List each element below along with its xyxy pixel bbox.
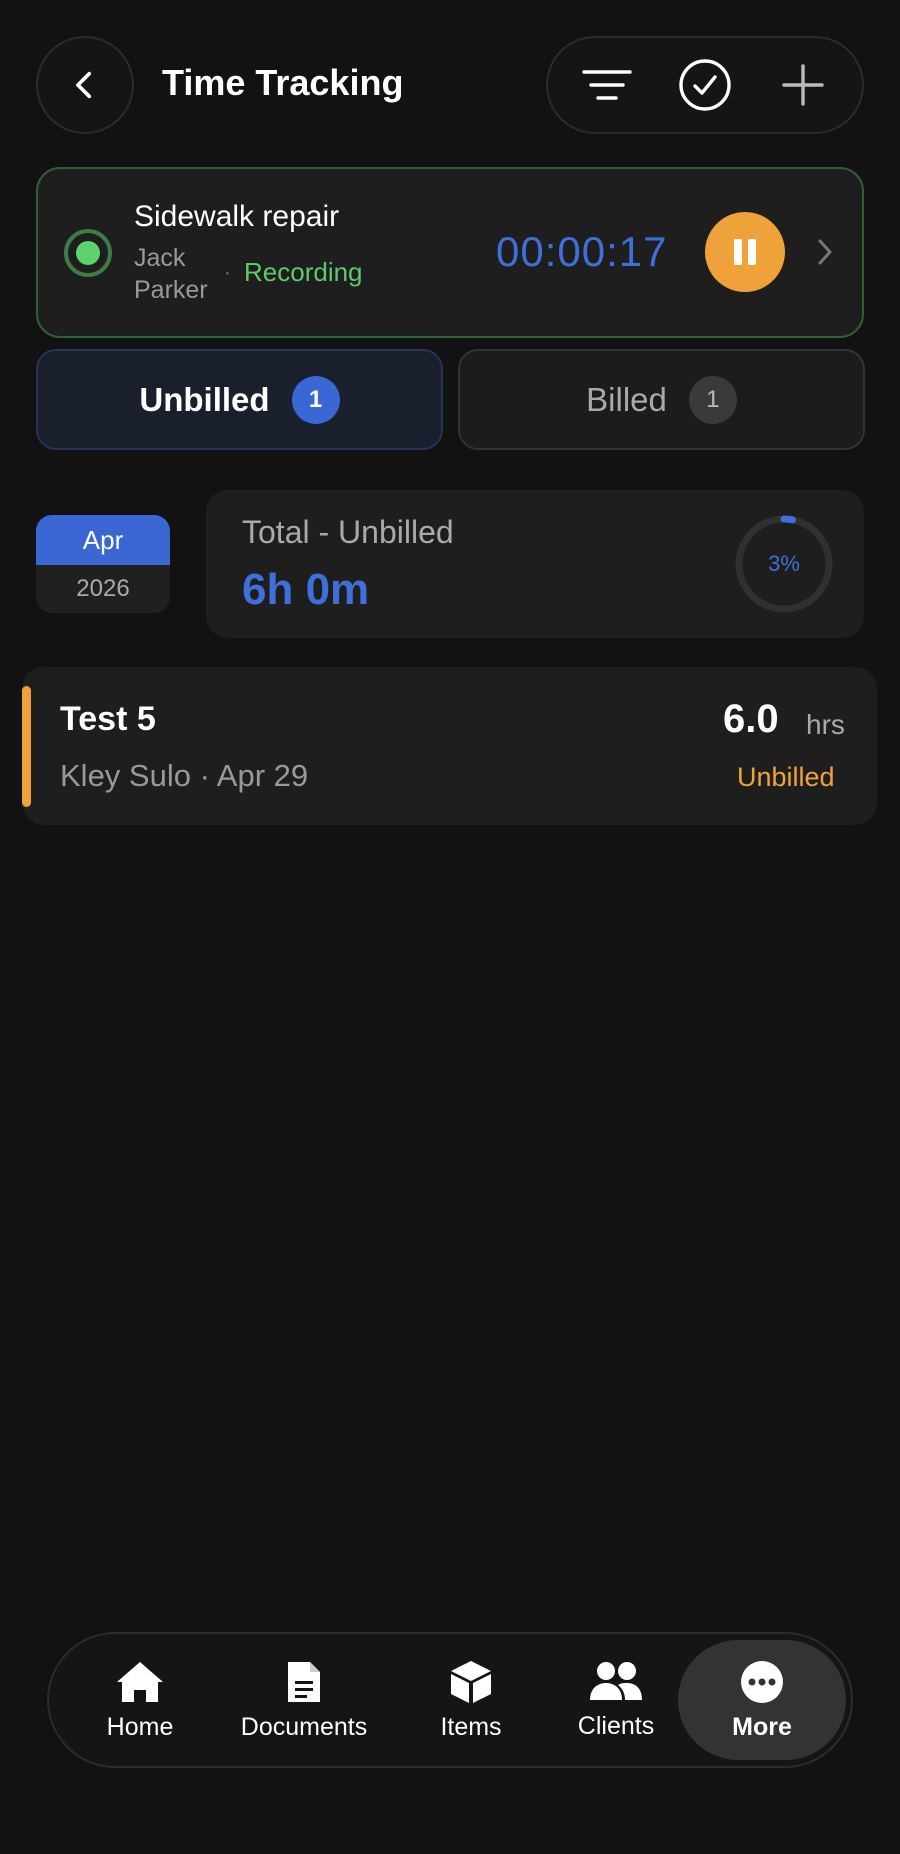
timer-separator: · [224, 262, 231, 284]
more-icon [741, 1660, 783, 1703]
entry-hours: 6.0 [723, 697, 779, 741]
month-label: Apr [36, 515, 170, 565]
pause-icon [734, 239, 756, 265]
filter-icon [582, 70, 632, 100]
back-button[interactable] [36, 36, 134, 134]
total-value: 6h 0m [242, 565, 370, 614]
pause-button[interactable] [705, 212, 785, 292]
check-circle-icon [679, 59, 731, 111]
timer-status: Recording [244, 257, 363, 287]
status-badge: Unbilled [737, 762, 835, 792]
users-icon [590, 1661, 642, 1700]
tab-billed-label: Billed [586, 380, 667, 418]
timer-person: Jack Parker [134, 244, 208, 304]
timer-elapsed: 00:00:17 [496, 228, 668, 275]
document-icon [288, 1661, 320, 1702]
nav-documents-label: Documents [240, 1712, 368, 1741]
nav-clients[interactable]: Clients [566, 1640, 666, 1760]
plus-icon [782, 64, 824, 106]
progress-label: 3% [768, 551, 800, 576]
tab-billed-count: 1 [688, 375, 737, 424]
recording-indicator-icon [64, 229, 112, 277]
tab-unbilled[interactable]: Unbilled 1 [36, 349, 443, 450]
nav-clients-label: Clients [577, 1711, 655, 1740]
entry-hours-unit: hrs [806, 709, 845, 740]
status-accent-bar [22, 686, 31, 807]
home-icon [117, 1661, 163, 1702]
add-button[interactable] [768, 50, 838, 120]
nav-more-label: More [732, 1712, 792, 1741]
tab-unbilled-count: 1 [291, 375, 340, 424]
nav-documents[interactable]: Documents [232, 1640, 376, 1760]
nav-items-label: Items [440, 1712, 502, 1741]
filter-button[interactable] [572, 50, 642, 120]
back-chevron-icon [76, 71, 92, 99]
nav-items[interactable]: Items [424, 1640, 518, 1760]
page-title: Time Tracking [162, 62, 404, 103]
month-picker[interactable]: Apr 2026 [36, 515, 170, 613]
tab-billed[interactable]: Billed 1 [458, 349, 865, 450]
nav-more[interactable]: More [678, 1640, 846, 1760]
nav-home[interactable]: Home [88, 1640, 192, 1760]
box-icon [451, 1660, 491, 1703]
timer-job-title: Sidewalk repair [134, 200, 340, 233]
header-actions [546, 36, 864, 134]
entry-title: Test 5 [60, 700, 156, 738]
select-button[interactable] [670, 50, 740, 120]
nav-home-label: Home [106, 1712, 174, 1741]
total-label: Total - Unbilled [242, 514, 454, 550]
entry-subtitle: Kley Sulo · Apr 29 [60, 758, 309, 793]
list-item[interactable] [22, 667, 877, 825]
timer-open-button[interactable] [812, 235, 838, 274]
chevron-right-icon [818, 239, 832, 265]
tab-unbilled-label: Unbilled [139, 380, 270, 418]
year-label: 2026 [76, 575, 130, 602]
